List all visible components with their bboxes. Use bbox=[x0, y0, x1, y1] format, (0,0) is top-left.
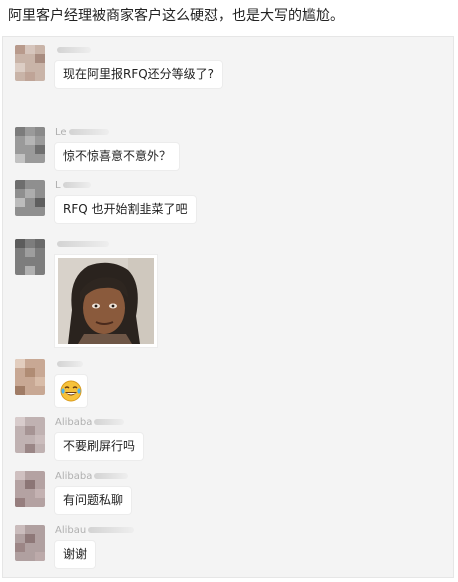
message-bubble: RFQ 也开始割韭菜了吧 bbox=[55, 196, 196, 223]
sender-name bbox=[55, 45, 91, 57]
sender-name: Alibaba bbox=[55, 471, 129, 483]
sticker-message[interactable] bbox=[55, 375, 87, 407]
sender-name: L bbox=[55, 180, 91, 192]
laughing-crying-emoji bbox=[60, 380, 82, 402]
sender-name: Alibau bbox=[55, 525, 135, 537]
avatar[interactable] bbox=[15, 417, 45, 453]
sender-name: Alibaba bbox=[55, 417, 125, 429]
avatar[interactable] bbox=[15, 359, 45, 395]
message-bubble: 现在阿里报RFQ还分等级了? bbox=[55, 61, 223, 88]
avatar[interactable] bbox=[15, 471, 45, 507]
message-bubble: 有问题私聊 bbox=[55, 487, 132, 514]
sender-name: Le bbox=[55, 127, 109, 139]
chat-panel: 现在阿里报RFQ还分等级了? Le 惊不惊喜意不意外？ L RFQ 也开始割韭菜… bbox=[2, 36, 454, 578]
avatar[interactable] bbox=[15, 127, 45, 163]
grimy-man-meme-photo bbox=[58, 258, 154, 344]
message-bubble: 不要刷屏行吗 bbox=[55, 433, 144, 460]
sender-name bbox=[55, 359, 83, 371]
message-bubble: 谢谢 bbox=[55, 541, 96, 568]
post-headline: 阿里客户经理被商家客户这么硬怼，也是大写的尴尬。 bbox=[8, 8, 344, 24]
avatar[interactable] bbox=[15, 45, 45, 81]
message-bubble: 惊不惊喜意不意外？ bbox=[55, 143, 180, 170]
avatar[interactable] bbox=[15, 525, 45, 561]
sender-name bbox=[55, 239, 109, 251]
avatar[interactable] bbox=[15, 180, 45, 216]
avatar[interactable] bbox=[15, 239, 45, 275]
image-message[interactable] bbox=[55, 255, 157, 347]
